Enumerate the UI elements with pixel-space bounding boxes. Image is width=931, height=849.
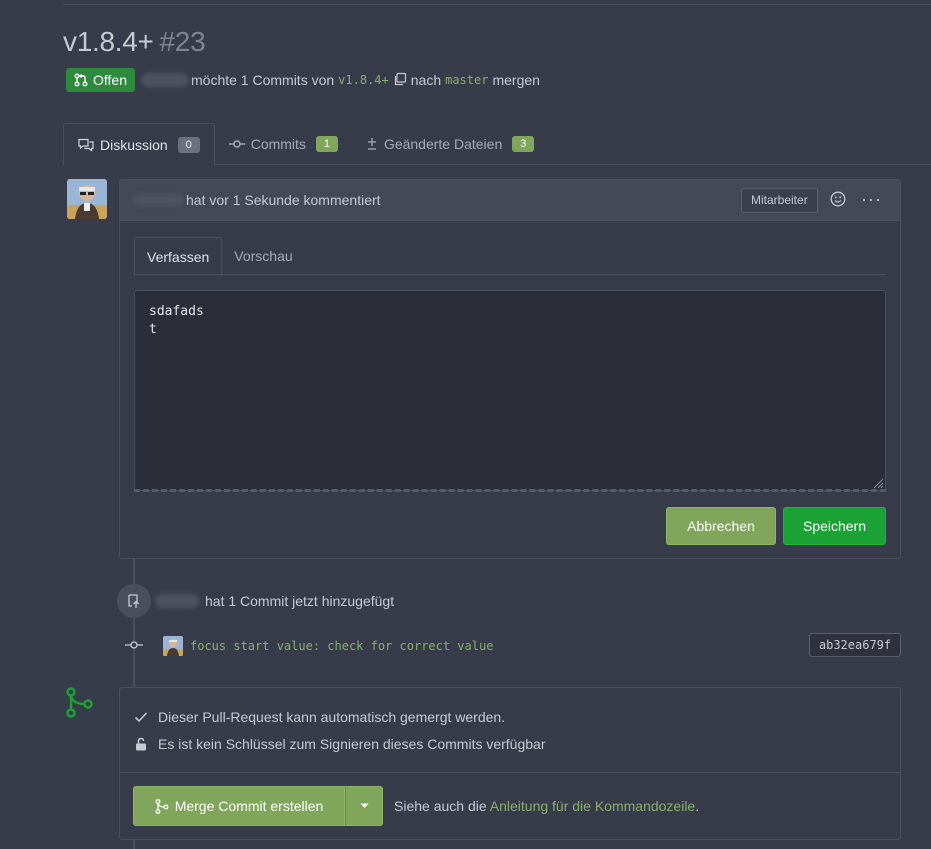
avatar[interactable]	[67, 179, 107, 219]
textarea-drop-zone	[134, 489, 886, 493]
reaction-smiley-icon[interactable]	[830, 191, 846, 210]
tab-diskussion-label: Diskussion	[100, 136, 168, 153]
tab-diskussion-count: 0	[177, 136, 200, 153]
more-options-icon[interactable]: ···	[861, 189, 882, 210]
commit-event-text: hat 1 Commit jetzt hinzugefügt	[155, 591, 394, 611]
merge-commit-button[interactable]: Merge Commit erstellen	[133, 786, 345, 826]
pr-title: v1.8.4+	[63, 26, 154, 57]
tab-commits-count: 1	[315, 136, 338, 152]
tab-vorschau[interactable]: Vorschau	[222, 237, 304, 275]
push-event-icon	[117, 584, 151, 618]
base-branch-link[interactable]: master	[445, 73, 488, 87]
merge-button-label: Merge Commit erstellen	[174, 798, 324, 814]
head-branch-link[interactable]: v1.8.4+	[338, 73, 389, 87]
check-icon	[134, 712, 148, 723]
comment-box: hat vor 1 Sekunde kommentiert Mitarbeite…	[119, 179, 901, 559]
signing-text: Es ist kein Schlüssel zum Signieren dies…	[158, 736, 546, 752]
signing-row: Es ist kein Schlüssel zum Signieren dies…	[134, 734, 546, 754]
save-button[interactable]: Speichern	[783, 507, 886, 545]
tab-commits[interactable]: Commits 1	[215, 123, 352, 165]
status-badge: Offen	[66, 68, 135, 92]
unlock-icon	[136, 737, 146, 751]
caret-down-icon	[360, 803, 368, 808]
event-description: hat 1 Commit jetzt hinzugefügt	[205, 593, 395, 609]
merge-divider	[120, 772, 900, 773]
tab-files-count: 3	[512, 136, 535, 152]
event-author-redacted	[155, 594, 199, 608]
merge-check-text: Dieser Pull-Request kann automatisch gem…	[158, 709, 506, 725]
merge-hint: Siehe auch die Anleitung für die Kommand…	[394, 798, 699, 814]
command-line-instructions-link[interactable]: Anleitung für die Kommandozeile	[490, 798, 695, 814]
tab-diskussion[interactable]: Diskussion 0	[63, 123, 215, 166]
commit-sha-button[interactable]: ab32ea679f	[809, 633, 901, 657]
merge-options-dropdown[interactable]	[345, 786, 383, 826]
tab-files[interactable]: Geänderte Dateien 3	[352, 123, 548, 165]
pr-tabs: Diskussion 0 Commits 1 Geänderte Dateien…	[63, 123, 931, 166]
pull-request-icon	[74, 73, 88, 87]
tab-commits-label: Commits	[250, 136, 306, 152]
commit-dot-icon	[125, 638, 143, 655]
plus-minus-icon	[367, 138, 376, 150]
comment-header: hat vor 1 Sekunde kommentiert Mitarbeite…	[120, 180, 900, 221]
cancel-button[interactable]: Abbrechen	[666, 507, 776, 545]
comment-header-text: hat vor 1 Sekunde kommentiert	[186, 192, 381, 208]
merge-hint-suffix: .	[695, 798, 700, 814]
merge-button-icon	[155, 798, 169, 814]
merge-hint-prefix: Siehe auch die	[394, 798, 487, 814]
pr-subline: Offen möchte 1 Commits von v1.8.4+ nach …	[66, 68, 540, 92]
merge-box: Dieser Pull-Request kann automatisch gem…	[119, 687, 901, 840]
tab-files-label: Geänderte Dateien	[383, 136, 503, 152]
subline-text-1: möchte 1 Commits von	[191, 72, 335, 88]
pr-number: #23	[159, 26, 206, 57]
tab-verfassen[interactable]: Verfassen	[134, 237, 223, 276]
commit-message-link[interactable]: focus start value: check for correct val…	[190, 637, 493, 655]
role-badge: Mitarbeiter	[741, 188, 818, 213]
status-label: Offen	[93, 72, 127, 88]
commit-author-avatar[interactable]	[163, 636, 183, 656]
page-title: v1.8.4+ #23	[63, 26, 206, 58]
comment-textarea[interactable]: sdafads t	[134, 290, 886, 491]
top-divider	[63, 4, 931, 5]
merge-icon	[64, 687, 94, 722]
subline-text-3: mergen	[492, 72, 540, 88]
author-name-redacted	[141, 73, 189, 87]
copy-icon[interactable]	[393, 72, 407, 89]
comments-icon	[78, 138, 94, 152]
merge-check-row: Dieser Pull-Request kann automatisch gem…	[134, 707, 505, 727]
subline-text-2: nach	[410, 72, 442, 88]
commit-icon	[228, 140, 245, 148]
editor-tabs: Verfassen Vorschau	[134, 237, 886, 276]
comment-author-redacted	[132, 193, 184, 207]
